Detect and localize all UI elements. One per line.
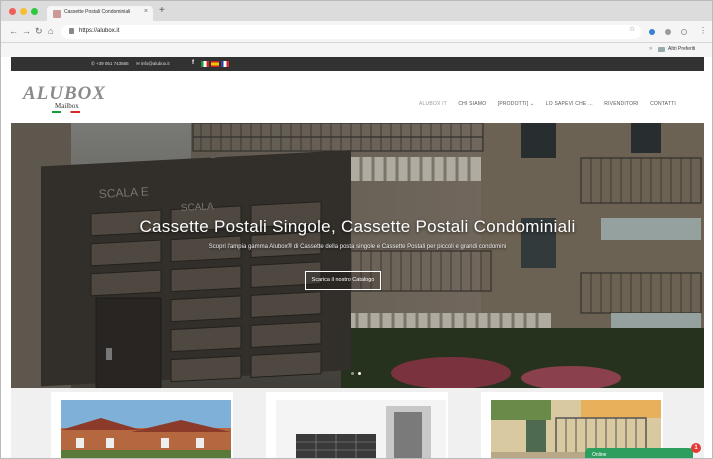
bookmarks-overflow-icon[interactable]: » bbox=[649, 46, 652, 52]
slider-dot[interactable] bbox=[351, 372, 354, 375]
chat-widget[interactable]: Online bbox=[585, 448, 693, 458]
reload-icon[interactable]: ↻ bbox=[35, 26, 43, 37]
minimize-window-button[interactable] bbox=[20, 8, 27, 15]
address-bar[interactable]: https://alubox.it bbox=[61, 25, 641, 39]
new-tab-button[interactable]: + bbox=[159, 5, 165, 16]
nav-item-chi-siamo[interactable]: CHI SIAMO bbox=[458, 101, 486, 107]
forward-icon[interactable]: → bbox=[22, 26, 31, 36]
phone-number: +39 051 743565 bbox=[96, 61, 129, 66]
hero-subtitle: Scopri l'ampia gamma Alubox® di Cassette… bbox=[208, 244, 507, 250]
email-link[interactable]: ✉ info@alubox.it bbox=[136, 61, 170, 67]
url-text[interactable]: https://alubox.it bbox=[79, 28, 119, 34]
bookmarks-bar: » Altri Preferiti bbox=[1, 43, 712, 57]
extension-icon[interactable] bbox=[665, 29, 671, 35]
chat-notification-badge[interactable]: 1 bbox=[691, 443, 701, 453]
download-catalog-button[interactable]: Scarica il nostro Catalogo bbox=[305, 271, 381, 290]
lock-icon bbox=[69, 28, 74, 34]
home-icon[interactable]: ⌂ bbox=[48, 26, 53, 36]
menu-icon[interactable]: ⋮ bbox=[699, 26, 707, 35]
chat-status-label: Online bbox=[592, 452, 607, 458]
profile-icon[interactable] bbox=[681, 29, 687, 35]
slider-dot-active[interactable] bbox=[358, 372, 361, 375]
hero-image: SCALA E SCALA bbox=[11, 123, 704, 388]
nav-item-rivenditori[interactable]: RIVENDITORI bbox=[604, 101, 638, 107]
flag-it-icon[interactable] bbox=[201, 61, 209, 67]
logo-subtitle: Mailbox bbox=[55, 102, 79, 110]
logo-stripe bbox=[52, 111, 80, 113]
extension-icon[interactable] bbox=[649, 29, 655, 35]
browser-window: Cassette Postali Condominiali × + ← → ↻ … bbox=[0, 0, 713, 459]
back-icon[interactable]: ← bbox=[9, 26, 18, 36]
nav-item-lo-sapevi[interactable]: LO SAPEVI CHE ... bbox=[546, 101, 593, 107]
favicon-icon bbox=[53, 10, 61, 18]
hero-slider: SCALA E SCALA Cassette Postali Singole, … bbox=[11, 123, 704, 388]
folder-icon bbox=[658, 47, 665, 52]
site-header: ALUBOX Mailbox ALUBOX IT CHI SIAMO [PROD… bbox=[11, 71, 704, 123]
hero-title: Cassette Postali Singole, Cassette Posta… bbox=[139, 217, 576, 236]
tab-close-icon[interactable]: × bbox=[144, 8, 148, 15]
close-window-button[interactable] bbox=[9, 8, 16, 15]
phone-link[interactable]: ✆ +39 051 743565 bbox=[91, 61, 129, 67]
product-card[interactable] bbox=[51, 392, 233, 458]
nav-item-prodotti[interactable]: [PRODOTTI] ⌄ bbox=[498, 101, 535, 107]
nav-item-contatti[interactable]: CONTATTI bbox=[650, 101, 676, 107]
main-nav: ALUBOX IT CHI SIAMO [PRODOTTI] ⌄ LO SAPE… bbox=[419, 92, 683, 110]
nav-item-alubox[interactable]: ALUBOX IT bbox=[419, 101, 447, 107]
star-icon[interactable]: ☆ bbox=[629, 25, 635, 33]
other-bookmarks[interactable]: Altri Preferiti bbox=[668, 46, 695, 52]
product-card[interactable] bbox=[266, 392, 448, 458]
browser-toolbar: ← → ↻ ⌂ https://alubox.it ☆ ⋮ bbox=[1, 21, 712, 43]
product-image bbox=[61, 400, 231, 458]
facebook-icon[interactable]: f bbox=[192, 60, 194, 66]
browser-tab[interactable]: Cassette Postali Condominiali × bbox=[47, 6, 153, 21]
product-image bbox=[276, 400, 446, 458]
maximize-window-button[interactable] bbox=[31, 8, 38, 15]
tab-strip: Cassette Postali Condominiali × + bbox=[1, 1, 712, 21]
site-topbar: ✆ +39 051 743565 ✉ info@alubox.it f bbox=[11, 57, 704, 71]
flag-es-icon[interactable] bbox=[211, 61, 219, 67]
email-address: info@alubox.it bbox=[141, 61, 170, 66]
flag-fr-icon[interactable] bbox=[221, 61, 229, 67]
tab-title: Cassette Postali Condominiali bbox=[64, 9, 131, 15]
